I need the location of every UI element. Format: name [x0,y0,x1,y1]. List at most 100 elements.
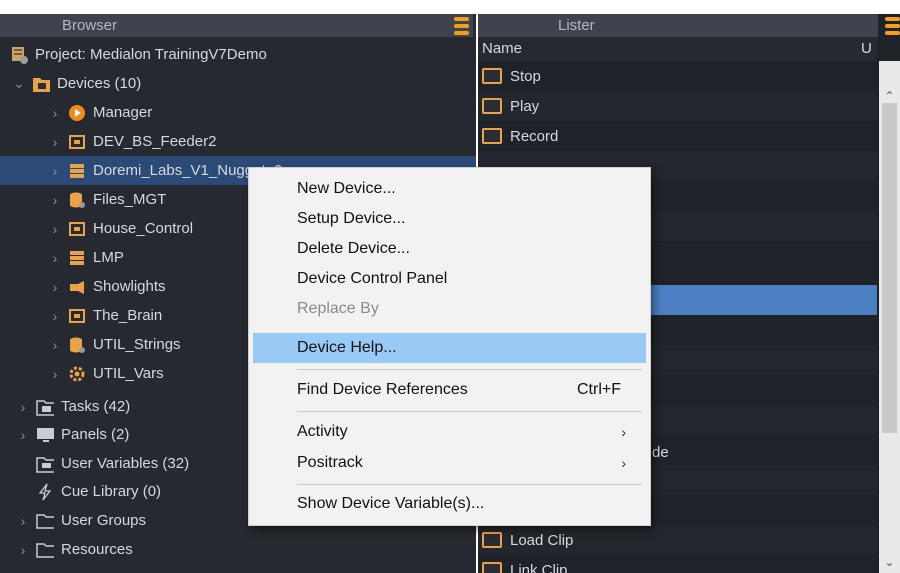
tree-item-devices[interactable]: ⌄ Devices (10) [0,69,476,98]
menu-item-label: Delete Device... [297,240,410,257]
tree-item-label: LMP [93,249,124,266]
browser-menu-icon[interactable] [454,17,469,35]
tree-item-label: Panels (2) [61,426,130,443]
scroll-down-icon[interactable]: ⌄ [879,555,900,569]
tree-item-label: User Groups [61,512,147,529]
tree-item-label: Resources [61,541,133,558]
lister-title: Lister [558,17,595,34]
monitor-icon [36,426,54,444]
list-item-label: Stop [510,67,541,85]
tree-item-label: User Variables (32) [61,455,190,472]
tree-item-label: Tasks (42) [61,398,131,415]
menu-item-replace-by: Replace By [253,294,646,324]
scroll-up-icon[interactable]: ⌃ [879,89,900,103]
device-box-icon [68,220,86,238]
lister-column-header[interactable]: Name U [478,37,877,61]
menu-item-label: Setup Device... [297,210,406,227]
tree-item-label: Devices (10) [57,75,142,92]
menu-item-new-device[interactable]: New Device... [253,174,646,204]
submenu-arrow-icon: › [621,424,626,440]
chevron-right-icon[interactable]: › [48,163,62,179]
lister-scrollbar[interactable]: ⌃ ⌄ [879,61,900,573]
menu-item-find-device-references[interactable]: Find Device References Ctrl+F [253,375,646,405]
command-icon [482,98,502,114]
database-icon [68,191,86,209]
chevron-right-icon[interactable]: › [48,366,62,382]
chevron-right-icon[interactable]: › [48,279,62,295]
folder-icon [36,541,54,559]
list-item[interactable]: Record [478,121,877,151]
list-item[interactable]: Load Clip [478,525,877,555]
menu-separator [297,411,642,412]
variables-folder-icon [36,455,54,473]
tree-item-manager[interactable]: › Manager [0,98,476,127]
tree-item-dev-bs-feeder2[interactable]: › DEV_BS_Feeder2 [0,127,476,156]
browser-header: Browser [0,14,473,37]
menu-item-activity[interactable]: Activity › [253,417,646,447]
menu-item-label: Device Help... [297,339,397,356]
list-item-label: Link Clip [510,561,568,573]
tree-item-label: Showlights [93,278,166,295]
tree-item-label: DEV_BS_Feeder2 [93,133,217,150]
command-icon [482,532,502,548]
column-u[interactable]: U [861,37,872,61]
submenu-arrow-icon: › [621,455,626,471]
chevron-right-icon[interactable]: › [48,308,62,324]
command-icon [482,128,502,144]
menu-item-label: Find Device References [297,381,468,398]
tree-item-label: UTIL_Vars [93,365,164,382]
menu-item-positrack[interactable]: Positrack › [253,448,646,478]
scrollbar-thumb[interactable] [882,103,897,433]
list-item-label: de [652,443,669,461]
chevron-down-icon[interactable]: ⌄ [12,75,26,92]
browser-title: Browser [62,17,118,34]
spotlight-icon [68,278,86,296]
device-box-icon [68,307,86,325]
list-item[interactable]: Stop [478,61,877,91]
tree-item-label: Manager [93,104,153,121]
menu-separator [297,369,642,370]
project-icon [10,46,28,64]
menu-item-setup-device[interactable]: Setup Device... [253,204,646,234]
tree-item-label: House_Control [93,220,194,237]
list-item[interactable]: Play [478,91,877,121]
chevron-right-icon[interactable]: › [48,134,62,150]
devices-folder-icon [32,75,50,93]
chevron-right-icon[interactable]: › [48,192,62,208]
chevron-right-icon[interactable]: › [48,221,62,237]
chevron-right-icon[interactable]: › [16,513,30,529]
menu-item-delete-device[interactable]: Delete Device... [253,234,646,264]
server-stack-icon [68,249,86,267]
command-icon [482,68,502,84]
menu-item-label: Positrack [297,454,363,471]
list-item[interactable]: Link Clip [478,555,877,573]
context-menu: New Device... Setup Device... Delete Dev… [248,167,651,526]
tree-item-resources[interactable]: › Resources [0,535,476,564]
chevron-right-icon[interactable]: › [16,399,30,415]
menu-item-label: Device Control Panel [297,270,448,287]
project-row[interactable]: Project: Medialon TrainingV7Demo [0,40,476,69]
lister-menu-icon[interactable] [885,17,900,35]
device-box-icon [68,133,86,151]
menu-item-device-control-panel[interactable]: Device Control Panel [253,264,646,294]
menu-separator [297,484,642,485]
menu-item-device-help[interactable]: Device Help... [253,333,646,363]
folder-icon [36,512,54,530]
tree-item-label: Files_MGT [93,191,167,208]
list-item-label: Load Clip [510,531,574,549]
chevron-right-icon[interactable]: › [48,250,62,266]
list-item-label: Play [510,97,540,115]
menu-item-label: Activity [297,423,348,440]
chevron-right-icon[interactable]: › [48,337,62,353]
menu-item-show-device-variables[interactable]: Show Device Variable(s)... [253,489,646,519]
database-icon [68,336,86,354]
chevron-right-icon[interactable]: › [16,542,30,558]
column-name[interactable]: Name [482,37,522,61]
chevron-right-icon[interactable]: › [16,427,30,443]
menu-item-label: Show Device Variable(s)... [297,495,485,512]
tasks-folder-icon [36,398,54,416]
lister-header: Lister [478,14,900,37]
chevron-right-icon[interactable]: › [48,105,62,121]
list-item-label: Record [510,127,559,145]
gear-icon [68,365,86,383]
